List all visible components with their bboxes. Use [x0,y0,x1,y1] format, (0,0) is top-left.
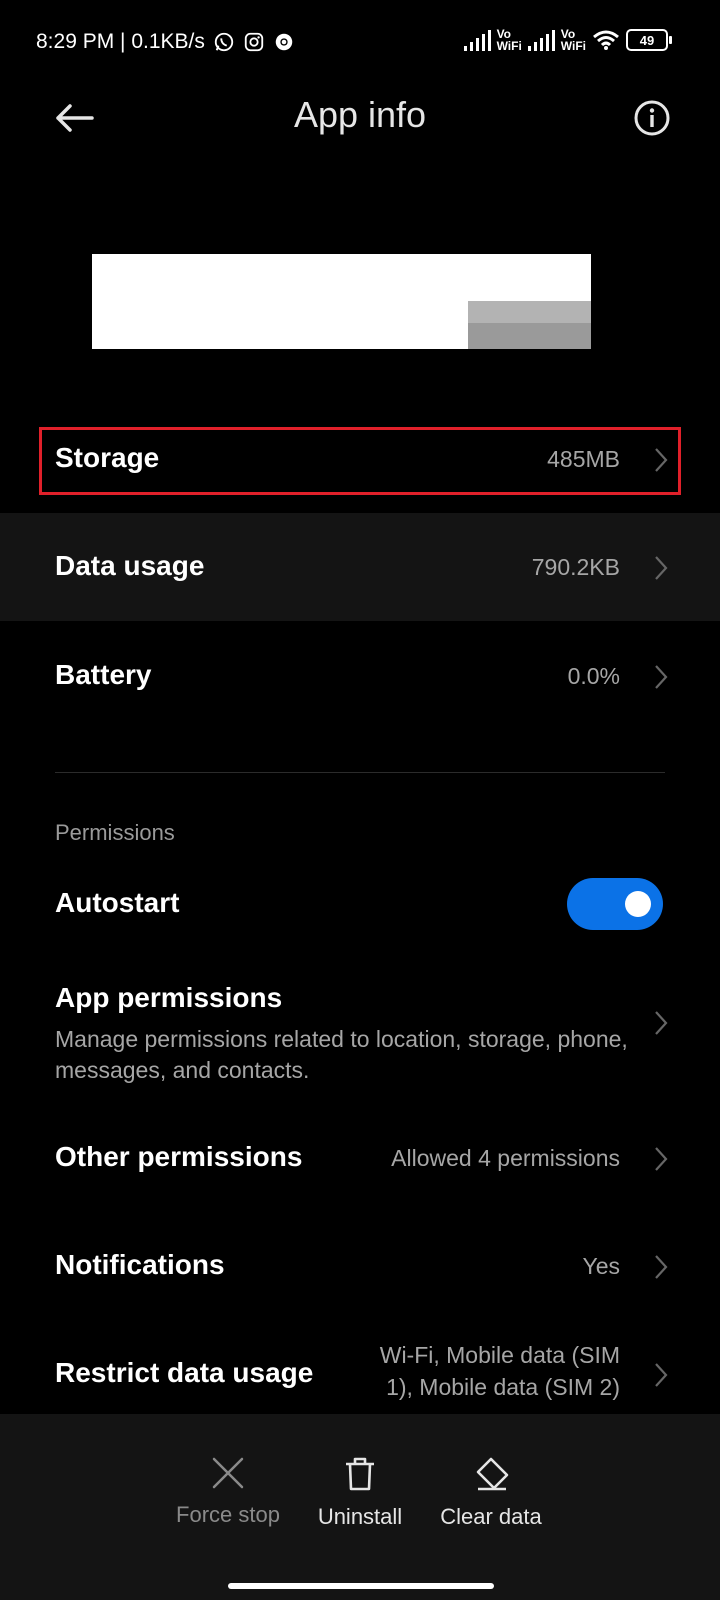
restrict-data-usage-row[interactable]: Restrict data usage Wi-Fi, Mobile data (… [0,1320,720,1428]
chevron-right-icon [655,1363,668,1387]
other-permissions-label: Other permissions [55,1141,303,1172]
app-permissions-description: Manage permissions related to location, … [55,1026,628,1083]
chevron-right-icon [655,1255,668,1279]
clear-data-label: Clear data [440,1504,542,1529]
toggle-knob [625,891,651,917]
chevron-right-icon [655,665,668,689]
permissions-section-title: Permissions [55,820,175,845]
status-bar-right: Vo WiFi Vo WiFi 49 [463,27,672,53]
divider [55,772,665,773]
vowifi-label-2: Vo WiFi [560,27,586,53]
app-banner-shade [468,323,591,349]
restrict-data-usage-label: Restrict data usage [55,1357,314,1388]
bottom-action-bar: Force stop Uninstall Clear data [0,1414,720,1600]
vowifi-label-1: Vo WiFi [496,27,522,53]
signal-icon [527,29,555,51]
battery-label: Battery [55,659,152,690]
force-stop-button[interactable]: Force stop [158,1414,298,1528]
uninstall-button[interactable]: Uninstall [290,1414,430,1530]
page-title: App info [293,94,427,135]
other-permissions-value: Allowed 4 permissions [391,1145,620,1171]
whatsapp-icon [214,32,234,52]
battery-value: 0.0% [567,663,620,689]
info-icon[interactable] [632,98,672,138]
chrome-icon [275,33,293,51]
close-icon [212,1457,244,1489]
notifications-row[interactable]: Notifications Yes [0,1213,720,1321]
status-time: 8:29 PM | 0.1KB/s [36,30,205,53]
battery-row[interactable]: Battery 0.0% [0,621,720,729]
uninstall-label: Uninstall [317,1504,403,1529]
wifi-icon [593,30,619,50]
eraser-icon [476,1457,509,1491]
instagram-icon [244,32,264,52]
status-bar-left: 8:29 PM | 0.1KB/s [36,30,295,54]
other-permissions-row[interactable]: Other permissions Allowed 4 permissions [0,1105,720,1213]
data-usage-label: Data usage [55,550,205,581]
home-indicator[interactable] [228,1583,494,1589]
chevron-right-icon [655,1147,668,1171]
data-usage-row[interactable]: Data usage 790.2KB [0,513,720,621]
signal-icon [463,29,491,51]
restrict-data-usage-value-line2: 1), Mobile data (SIM 2) [386,1374,620,1400]
autostart-toggle[interactable] [567,878,663,930]
restrict-data-usage-value-line1: Wi-Fi, Mobile data (SIM [379,1342,620,1368]
notifications-label: Notifications [55,1249,225,1280]
app-banner-shade [468,301,591,323]
chevron-right-icon [655,556,668,580]
storage-highlight-box [39,427,681,495]
data-usage-value: 790.2KB [531,554,620,580]
trash-icon [346,1457,374,1491]
force-stop-label: Force stop [176,1502,280,1527]
battery-icon: 49 [626,29,672,51]
notifications-value: Yes [582,1253,620,1279]
autostart-label: Autostart [55,887,180,918]
chevron-right-icon [655,1011,668,1035]
app-permissions-label: App permissions [55,982,283,1013]
clear-data-button[interactable]: Clear data [421,1414,561,1530]
battery-level: 49 [639,32,655,48]
